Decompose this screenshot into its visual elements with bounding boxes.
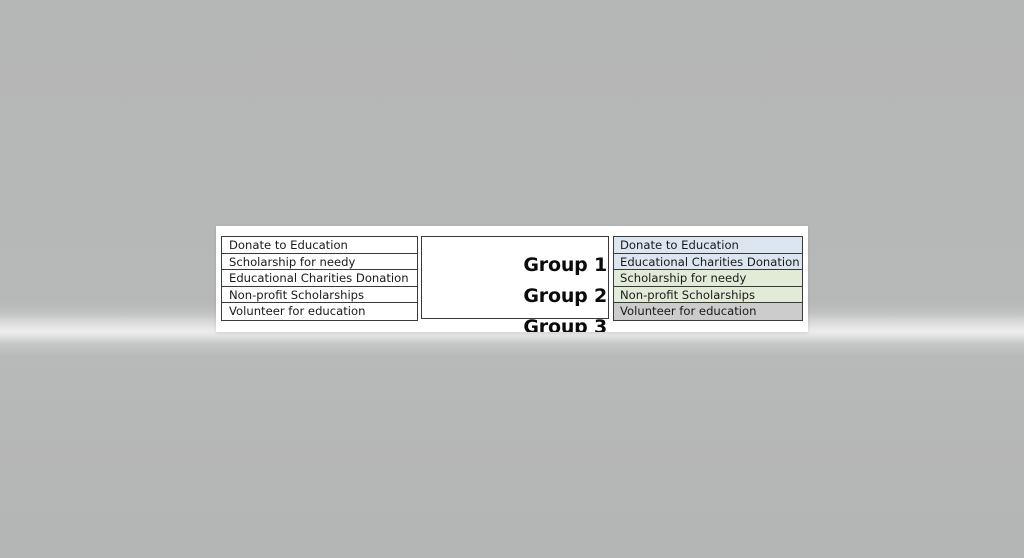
table-row[interactable]: Non-profit Scholarships xyxy=(614,286,802,304)
table-row[interactable]: Educational Charities Donation xyxy=(614,253,802,271)
slide-panel: Donate to Education Scholarship for need… xyxy=(216,226,808,332)
table-row[interactable]: Donate to Education xyxy=(614,237,802,254)
group-label-3: Group 3 xyxy=(523,316,607,332)
group-label-2: Group 2 xyxy=(523,285,607,307)
ungrouped-list: Donate to Education Scholarship for need… xyxy=(221,236,418,321)
group-label-stack: Group 1 Group 2 Group 3 xyxy=(421,236,611,332)
table-row[interactable]: Volunteer for education xyxy=(614,303,802,320)
list-item[interactable]: Educational Charities Donation xyxy=(222,270,417,287)
grouping-diagram: Donate to Education Scholarship for need… xyxy=(221,236,803,332)
group-label-1: Group 1 xyxy=(523,254,607,276)
list-item[interactable]: Donate to Education xyxy=(222,237,417,254)
grouped-list: Donate to Education Educational Charitie… xyxy=(613,236,803,321)
list-item[interactable]: Scholarship for needy xyxy=(222,254,417,271)
list-item[interactable]: Non-profit Scholarships xyxy=(222,287,417,304)
list-item[interactable]: Volunteer for education xyxy=(222,303,417,320)
table-row[interactable]: Scholarship for needy xyxy=(614,270,802,287)
